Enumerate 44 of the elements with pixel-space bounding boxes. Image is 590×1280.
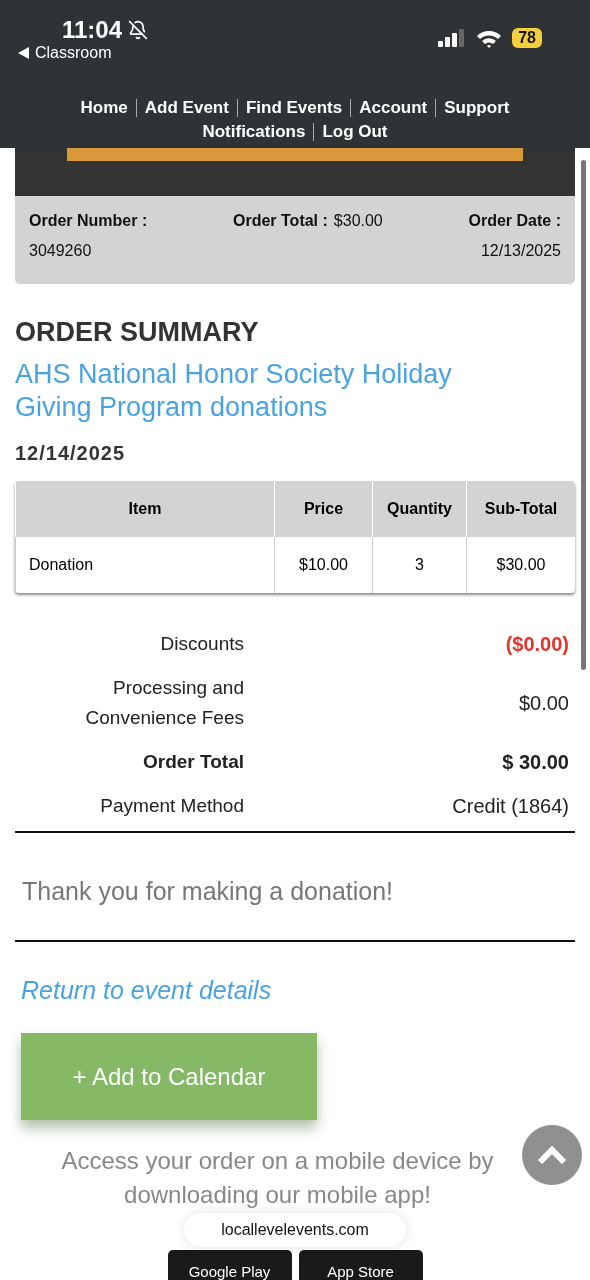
nav-link[interactable]: Notifications [194, 123, 314, 141]
url-pill[interactable]: locallevelevents.com [184, 1213, 406, 1247]
column-header: Sub-Total [466, 481, 575, 537]
table-cell: 3 [372, 537, 466, 593]
back-arrow-icon [18, 47, 29, 59]
clock-time: 11:04 [62, 16, 123, 44]
table-cell: Donation [15, 537, 274, 593]
summary-label: Payment Method [99, 794, 244, 818]
order-date: 12/13/2025 [480, 242, 561, 260]
scroll-to-top-button[interactable] [522, 1125, 582, 1185]
table-cell: $30.00 [466, 537, 575, 593]
column-header: Price [274, 481, 372, 537]
nav-link[interactable]: Log Out [313, 123, 396, 141]
wifi-icon [476, 28, 503, 48]
battery-level: 78 [512, 28, 542, 48]
event-date: 12/14/2025 [15, 442, 127, 465]
nav-link[interactable]: Support [435, 99, 518, 117]
order-total: $30.00 [333, 212, 383, 230]
order-total-label: Order Total : [233, 212, 328, 230]
column-header: Quantity [372, 481, 466, 537]
order-number: 3049260 [29, 242, 92, 260]
summary-label: Order Total [142, 750, 244, 774]
summary-value: $0.00 [518, 691, 569, 715]
nav-link[interactable]: Home [72, 99, 136, 117]
summary-label: Discounts [159, 632, 244, 656]
page-heading: ORDER SUMMARY [15, 317, 260, 348]
summary-label: Processing and Convenience Fees [84, 676, 244, 730]
app-promo-text: Access your order on a mobile device by downloading our mobile app! [60, 1146, 495, 1210]
order-number-label: Order Number : [29, 212, 148, 230]
signal-icon [438, 29, 467, 47]
summary-value: Credit (1864) [452, 794, 569, 818]
thank-you-message: Thank you for making a donation! [15, 833, 575, 942]
nav-link[interactable]: Account [350, 99, 436, 117]
store-badge[interactable]: Google Play [167, 1250, 292, 1280]
summary-value: ($0.00) [505, 632, 569, 656]
nav-link[interactable]: Find Events [236, 99, 351, 117]
chevron-up-icon [537, 1145, 567, 1165]
column-header: Item [15, 481, 274, 537]
table-cell: $10.00 [274, 537, 372, 593]
store-badge[interactable]: App Store [298, 1250, 423, 1280]
back-app-label[interactable]: Classroom [35, 44, 112, 62]
nav-link[interactable]: Add Event [135, 99, 237, 117]
order-date-label: Order Date : [468, 212, 561, 230]
summary-value: $ 30.00 [502, 750, 569, 774]
